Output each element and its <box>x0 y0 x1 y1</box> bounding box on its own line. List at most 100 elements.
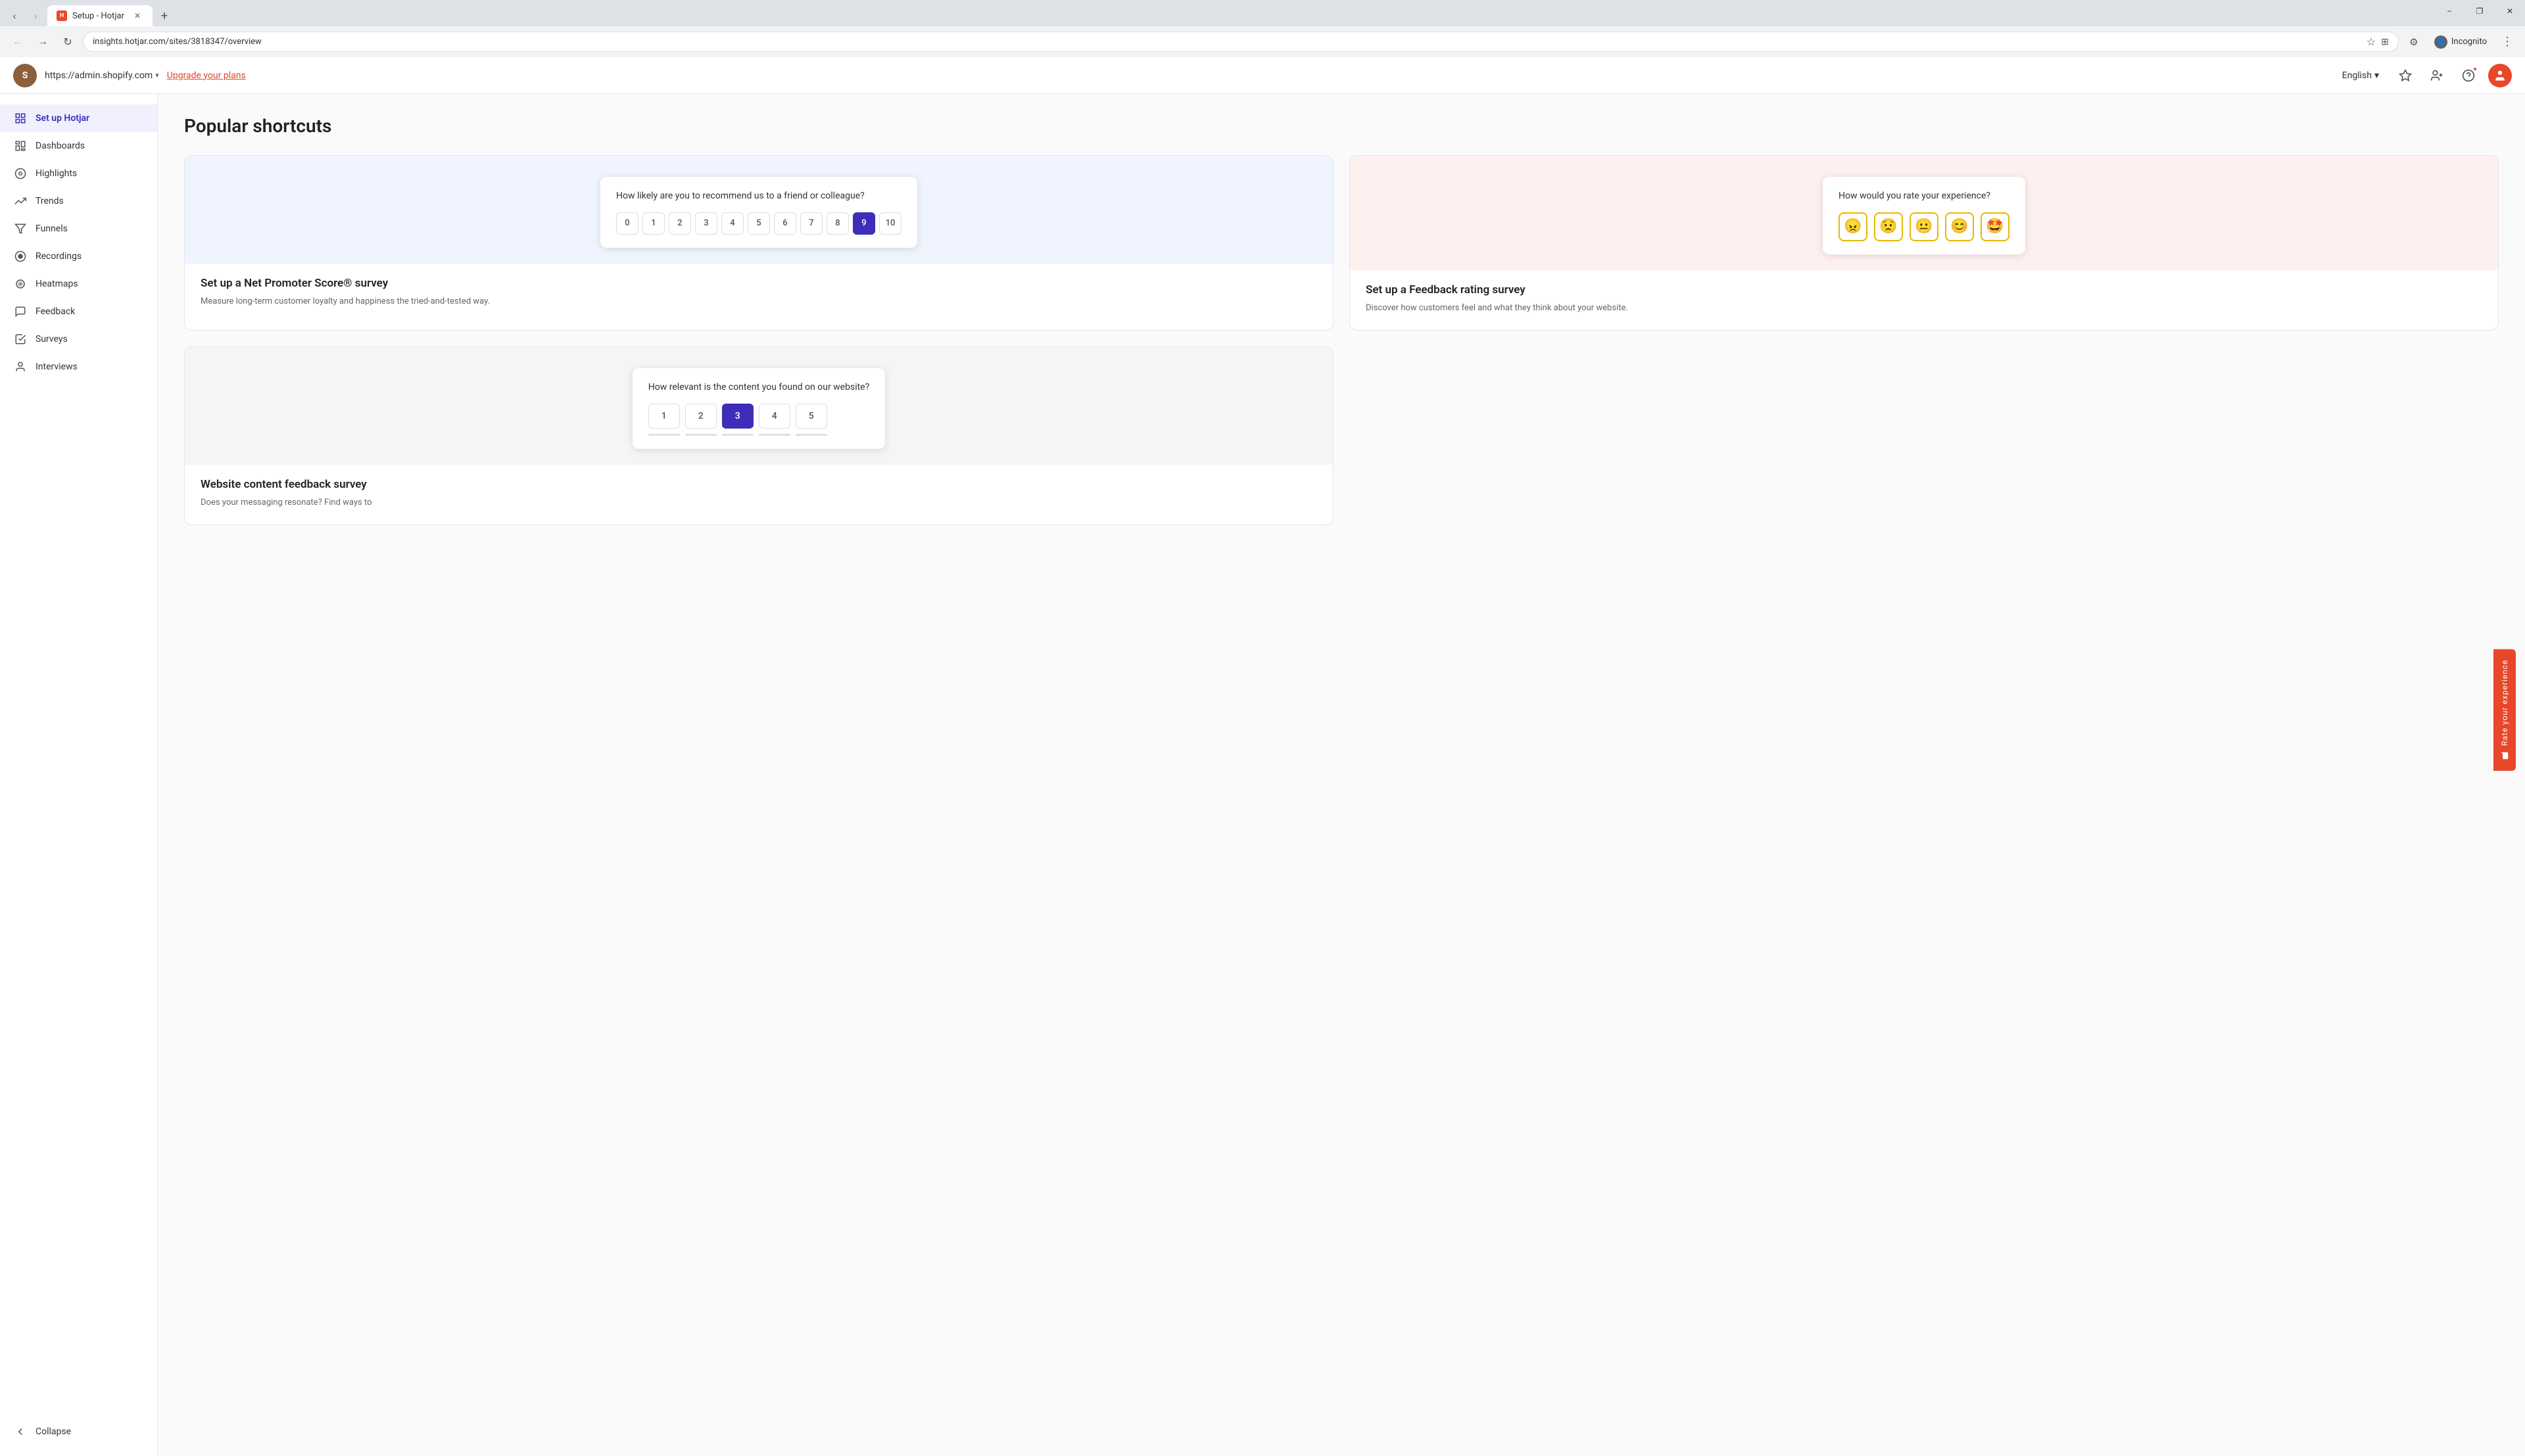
address-bar-row: ← → ↻ insights.hotjar.com/sites/3818347/… <box>0 26 2525 57</box>
language-arrow-icon: ▾ <box>2374 70 2379 81</box>
app-logo[interactable]: S <box>13 64 37 87</box>
page-title: Popular shortcuts <box>184 115 2499 137</box>
nps-btn-1: 1 <box>642 212 665 235</box>
sidebar-collapse-button[interactable]: Collapse <box>0 1418 157 1445</box>
window-restore-button[interactable]: ❐ <box>2465 0 2495 22</box>
emoji-neutral: 😐 <box>1910 212 1938 241</box>
website-content-widget: How relevant is the content you found on… <box>633 368 885 449</box>
sidebar-heatmaps-label: Heatmaps <box>36 279 144 289</box>
funnels-icon <box>13 222 28 236</box>
nps-btn-0: 0 <box>616 212 638 235</box>
likert-line-1 <box>648 434 680 436</box>
nps-btn-5: 5 <box>748 212 770 235</box>
feedback-rating-question: How would you rate your experience? <box>1839 190 2009 203</box>
back-button[interactable]: ← <box>8 32 28 52</box>
sidebar-item-highlights[interactable]: Highlights <box>0 160 157 187</box>
likert-scale: 1 2 3 4 <box>648 404 869 436</box>
user-avatar[interactable] <box>2488 64 2512 87</box>
star-icon-button[interactable] <box>2393 64 2417 87</box>
likert-btn-5: 5 <box>796 404 827 429</box>
website-content-preview: How relevant is the content you found on… <box>185 347 1333 465</box>
tab-close-button[interactable]: ✕ <box>132 10 143 22</box>
sidebar-recordings-label: Recordings <box>36 251 144 262</box>
tab-nav-forward[interactable]: › <box>26 7 45 25</box>
browser-actions: ⚙ 👤 Incognito ⋮ <box>2404 32 2517 52</box>
emoji-sad: 😟 <box>1874 212 1903 241</box>
sidebar-highlights-label: Highlights <box>36 168 144 179</box>
new-tab-button[interactable]: + <box>155 7 174 25</box>
likert-btn-1: 1 <box>648 404 680 429</box>
sidebar-item-dashboards[interactable]: Dashboards <box>0 132 157 160</box>
upgrade-link[interactable]: Upgrade your plans <box>167 70 246 81</box>
forward-button[interactable]: → <box>33 32 53 52</box>
website-content-body: Website content feedback survey Does you… <box>185 465 1333 525</box>
website-content-card[interactable]: How relevant is the content you found on… <box>184 346 1334 525</box>
website-content-title: Website content feedback survey <box>201 478 1317 491</box>
surveys-icon <box>13 332 28 346</box>
notification-badge <box>2472 66 2478 72</box>
nps-btn-3: 3 <box>695 212 717 235</box>
sidebar-item-trends[interactable]: Trends <box>0 187 157 215</box>
sidebar-item-surveys[interactable]: Surveys <box>0 325 157 353</box>
sidebar-item-recordings[interactable]: Recordings <box>0 243 157 270</box>
feedback-rating-desc: Discover how customers feel and what the… <box>1366 302 2482 315</box>
feedback-rating-widget: How would you rate your experience? 😠 😟 … <box>1823 177 2025 254</box>
sidebar-item-setup[interactable]: Set up Hotjar <box>0 105 157 132</box>
sidebar-item-funnels[interactable]: Funnels <box>0 215 157 243</box>
reader-mode-icon[interactable]: ⊞ <box>2381 37 2389 47</box>
nps-btn-2: 2 <box>669 212 691 235</box>
sidebar-item-heatmaps[interactable]: Heatmaps <box>0 270 157 298</box>
sidebar-funnels-label: Funnels <box>36 223 144 234</box>
browser-menu-button[interactable]: ⋮ <box>2497 32 2517 52</box>
nps-btn-9: 9 <box>853 212 875 235</box>
user-plus-icon-button[interactable] <box>2425 64 2449 87</box>
emoji-happy: 😊 <box>1945 212 1974 241</box>
help-icon-button[interactable] <box>2457 64 2480 87</box>
likert-line-5 <box>796 434 827 436</box>
window-close-button[interactable]: ✕ <box>2495 0 2525 22</box>
app-container: Set up Hotjar Dashboards Highlights Tren… <box>0 94 2525 1456</box>
nps-btn-4: 4 <box>721 212 744 235</box>
app-domain[interactable]: https://admin.shopify.com ▾ <box>45 70 159 81</box>
likert-btn-3: 3 <box>722 404 754 429</box>
hotjar-favicon: H <box>57 11 67 21</box>
nps-btn-10: 10 <box>879 212 902 235</box>
emoji-scale: 😠 😟 😐 😊 🤩 <box>1839 212 2009 241</box>
likert-btn-4: 4 <box>759 404 790 429</box>
likert-line-2 <box>685 434 717 436</box>
nps-card[interactable]: How likely are you to recommend us to a … <box>184 155 1334 331</box>
rate-experience-button[interactable]: Rate your experience <box>2493 649 2516 770</box>
feedback-rating-card[interactable]: How would you rate your experience? 😠 😟 … <box>1349 155 2499 331</box>
sidebar-item-feedback[interactable]: Feedback <box>0 298 157 325</box>
shortcuts-grid: How likely are you to recommend us to a … <box>184 155 2499 525</box>
reload-button[interactable]: ↻ <box>58 32 78 52</box>
feedback-rating-body: Set up a Feedback rating survey Discover… <box>1350 270 2498 331</box>
window-minimize-button[interactable]: − <box>2434 0 2465 22</box>
sidebar-setup-label: Set up Hotjar <box>36 113 144 124</box>
bookmark-icon[interactable]: ☆ <box>2367 35 2376 48</box>
heatmaps-icon <box>13 277 28 291</box>
sidebar-item-interviews[interactable]: Interviews <box>0 353 157 381</box>
incognito-icon: 👤 <box>2434 35 2447 49</box>
tab-nav-back[interactable]: ‹ <box>5 7 24 25</box>
sidebar-dashboards-label: Dashboards <box>36 141 144 151</box>
trends-icon <box>13 194 28 208</box>
collapse-label: Collapse <box>36 1426 71 1437</box>
nps-widget: How likely are you to recommend us to a … <box>600 177 917 248</box>
sidebar-feedback-label: Feedback <box>36 306 144 317</box>
extensions-button[interactable]: ⚙ <box>2404 32 2424 52</box>
dashboards-icon <box>13 139 28 153</box>
sidebar-surveys-label: Surveys <box>36 334 144 344</box>
incognito-button[interactable]: 👤 Incognito <box>2426 32 2495 52</box>
feedback-rating-preview: How would you rate your experience? 😠 😟 … <box>1350 156 2498 270</box>
incognito-label: Incognito <box>2451 37 2487 47</box>
emoji-angry: 😠 <box>1839 212 1867 241</box>
likert-line-3 <box>722 434 754 436</box>
nps-card-title: Set up a Net Promoter Score® survey <box>201 277 1317 290</box>
sidebar-interviews-label: Interviews <box>36 362 144 372</box>
feedback-rating-title: Set up a Feedback rating survey <box>1366 283 2482 296</box>
active-tab[interactable]: H Setup - Hotjar ✕ <box>47 5 153 26</box>
address-bar[interactable]: insights.hotjar.com/sites/3818347/overvi… <box>83 32 2399 52</box>
nps-preview: How likely are you to recommend us to a … <box>185 156 1333 264</box>
language-selector[interactable]: English ▾ <box>2336 66 2386 85</box>
